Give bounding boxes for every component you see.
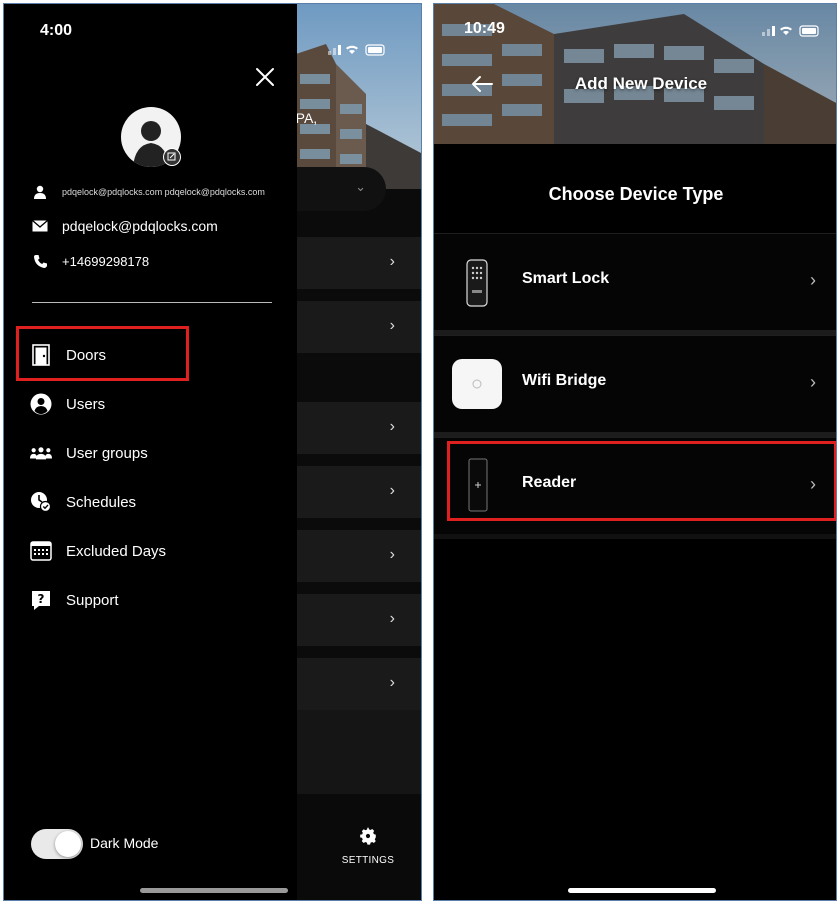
menu-label: Excluded Days bbox=[66, 542, 167, 560]
device-label: Smart Lock bbox=[522, 270, 610, 287]
background-app: r, PA, ⌄ › › › › › › › SETTINGS bbox=[296, 4, 421, 900]
page-title: Add New Device bbox=[574, 74, 708, 93]
chevron-right-icon: › bbox=[810, 270, 816, 290]
site-dropdown[interactable]: ⌄ bbox=[296, 167, 386, 211]
home-indicator bbox=[568, 888, 716, 893]
door-icon bbox=[30, 344, 52, 366]
chevron-right-icon: › bbox=[389, 546, 395, 563]
dark-mode-label: Dark Mode bbox=[90, 835, 159, 851]
menu-label: Doors bbox=[66, 346, 107, 364]
phone-icon bbox=[32, 253, 48, 269]
chevron-right-icon: › bbox=[389, 482, 395, 499]
list-row[interactable]: › bbox=[296, 594, 421, 646]
email-text: pdqelock@pdqlocks.com bbox=[62, 218, 218, 234]
navigation-drawer: 4:00 pdqelock@pdqlocks.com pdqelock@pdql… bbox=[4, 4, 297, 900]
dark-mode-toggle[interactable] bbox=[31, 829, 83, 859]
chevron-right-icon: › bbox=[389, 610, 395, 627]
close-icon[interactable] bbox=[254, 66, 276, 88]
status-time: 10:49 bbox=[464, 20, 505, 37]
list-row[interactable]: › bbox=[296, 402, 421, 454]
mail-icon bbox=[32, 218, 48, 234]
menu-label: Users bbox=[66, 395, 106, 413]
status-icons bbox=[328, 44, 385, 56]
empty-area bbox=[296, 710, 421, 794]
phone-text: +14699298178 bbox=[62, 253, 150, 269]
location-text: r, PA, bbox=[296, 110, 318, 126]
menu-item-user-groups[interactable]: User groups bbox=[30, 438, 148, 468]
calendar-icon bbox=[30, 540, 52, 562]
list-row[interactable]: › bbox=[296, 658, 421, 710]
edit-avatar-icon[interactable] bbox=[163, 148, 181, 166]
list-row[interactable]: › bbox=[296, 301, 421, 353]
menu-label: Schedules bbox=[66, 493, 137, 511]
highlight-box bbox=[447, 441, 836, 521]
section-title: Choose Device Type bbox=[548, 184, 724, 204]
building-image: r, PA, bbox=[296, 4, 421, 189]
status-time: 4:00 bbox=[40, 22, 73, 39]
chevron-right-icon: › bbox=[389, 418, 395, 435]
chevron-right-icon: › bbox=[389, 317, 395, 334]
settings-tab[interactable]: SETTINGS bbox=[336, 826, 400, 866]
divider bbox=[32, 302, 272, 303]
svg-text:?: ? bbox=[38, 592, 45, 606]
menu-item-excluded-days[interactable]: Excluded Days bbox=[30, 536, 166, 566]
username-text: pdqelock@pdqlocks.com pdqelock@pdqlocks.… bbox=[62, 187, 265, 197]
device-option-smart-lock[interactable]: Smart Lock › bbox=[434, 233, 836, 330]
menu-item-users[interactable]: Users bbox=[30, 389, 105, 419]
chevron-right-icon: › bbox=[389, 253, 395, 270]
chevron-right-icon: › bbox=[389, 674, 395, 691]
email-row: pdqelock@pdqlocks.com bbox=[32, 218, 218, 234]
list-row[interactable]: › bbox=[296, 530, 421, 582]
user-groups-icon bbox=[30, 442, 52, 464]
list-row[interactable]: › bbox=[296, 237, 421, 289]
device-label: Wifi Bridge bbox=[522, 372, 607, 389]
left-phone-screen: r, PA, ⌄ › › › › › › › SETTINGS bbox=[3, 3, 422, 901]
help-icon: ? bbox=[30, 589, 52, 611]
person-icon bbox=[32, 184, 48, 200]
username-row: pdqelock@pdqlocks.com pdqelock@pdqlocks.… bbox=[32, 184, 265, 200]
gear-icon bbox=[360, 827, 376, 845]
device-option-wifi-bridge[interactable]: Wifi Bridge › bbox=[434, 335, 836, 432]
wifi-bridge-icon bbox=[452, 359, 502, 409]
status-icons bbox=[762, 25, 819, 37]
smart-lock-icon bbox=[466, 259, 488, 307]
menu-label: Support bbox=[66, 591, 119, 609]
toggle-knob bbox=[55, 831, 81, 857]
menu-item-schedules[interactable]: Schedules bbox=[30, 487, 136, 517]
chevron-right-icon: › bbox=[810, 372, 816, 392]
menu-label: User groups bbox=[66, 444, 148, 462]
home-indicator bbox=[140, 888, 288, 893]
right-phone-screen: 10:49 Add New Device Choose Device Type … bbox=[433, 3, 837, 901]
chevron-down-icon: ⌄ bbox=[355, 179, 366, 194]
settings-label: SETTINGS bbox=[341, 855, 395, 866]
menu-item-doors[interactable]: Doors bbox=[30, 340, 106, 370]
menu-item-support[interactable]: ? Support bbox=[30, 585, 119, 615]
schedule-icon bbox=[30, 491, 52, 513]
phone-row: +14699298178 bbox=[32, 253, 149, 269]
list-row[interactable]: › bbox=[296, 466, 421, 518]
divider bbox=[434, 534, 836, 539]
user-circle-icon bbox=[30, 393, 52, 415]
